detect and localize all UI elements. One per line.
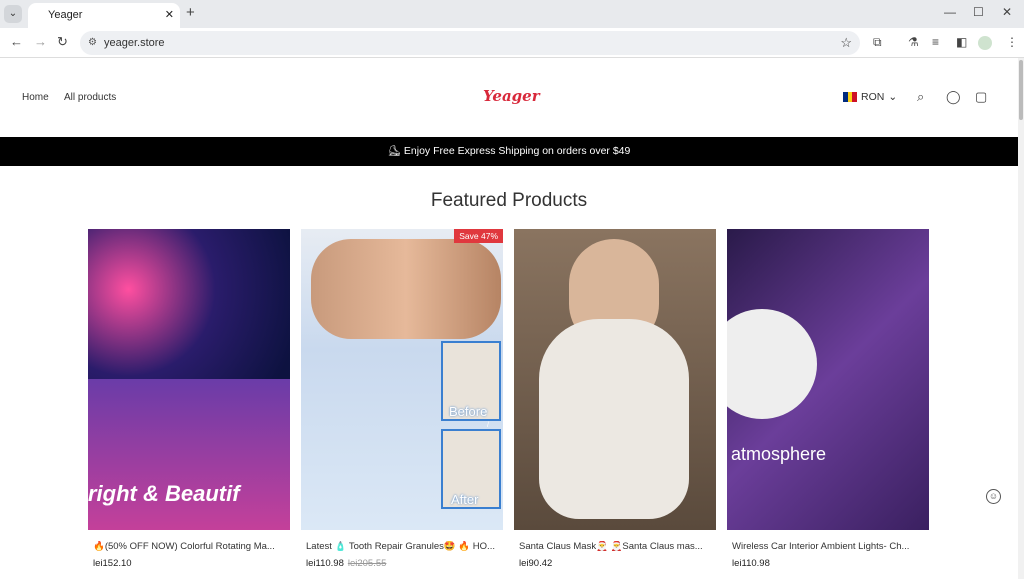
product-image[interactable]: right & Beautif [88, 229, 290, 530]
search-icon[interactable]: ⌕ [917, 89, 924, 105]
minimize-button[interactable]: — [944, 5, 956, 19]
nav-home[interactable]: Home [22, 92, 49, 103]
new-tab-button[interactable]: + [186, 4, 195, 21]
section-title: Featured Products [430, 190, 588, 211]
product-card[interactable]: Before / After Save 47% Latest 🧴 Tooth R… [301, 229, 503, 569]
web-page: Home All products Yeager RON ⌄ ⌕ ◯ ▢ ⛸ En… [0, 58, 1018, 579]
announcement-bar: ⛸ Enjoy Free Express Shipping on orders … [0, 137, 1018, 166]
reload-icon[interactable]: ↻ [57, 34, 68, 50]
product-name[interactable]: Santa Claus Mask🎅 🎅Santa Claus mas... [514, 541, 716, 552]
product-card[interactable]: Santa Claus Mask🎅 🎅Santa Claus mas... le… [514, 229, 716, 569]
product-price: lei110.98 lei205.55 [306, 558, 387, 569]
tab-title: Yeager [48, 9, 83, 21]
image-caption: atmosphere [731, 444, 827, 464]
product-name[interactable]: Wireless Car Interior Ambient Lights- Ch… [727, 541, 929, 552]
reading-list-icon[interactable]: ≡ [932, 35, 939, 49]
chat-help-icon[interactable]: ☺ [986, 489, 1001, 504]
tab-strip: ⌄ Yeager ✕ + — ☐ ✕ [0, 0, 1024, 28]
close-tab-icon[interactable]: ✕ [165, 3, 174, 27]
product-name[interactable]: Latest 🧴 Tooth Repair Granules🤩 🔥 HO... [301, 541, 503, 552]
store-logo[interactable]: Yeager [483, 87, 540, 105]
currency-label: RON [861, 91, 885, 103]
maximize-button[interactable]: ☐ [973, 5, 984, 19]
menu-icon[interactable]: ⋮ [1006, 35, 1018, 49]
product-price: lei152.10 [93, 558, 132, 569]
product-card[interactable]: atmosphere Wireless Car Interior Ambient… [727, 229, 929, 569]
close-window-button[interactable]: ✕ [1002, 5, 1012, 19]
site-info-icon[interactable]: ⚙ [88, 31, 97, 55]
labs-icon[interactable]: ⚗ [908, 35, 919, 49]
chevron-down-icon: ⌄ [888, 91, 898, 103]
bookmark-star-icon[interactable]: ☆ [840, 31, 852, 55]
browser-toolbar: ← → ↻ ⚙ yeager.store ☆ ⧉ ⚗ ≡ ◧ ⋮ [0, 28, 1024, 58]
back-icon[interactable]: ← [10, 34, 23, 49]
browser-tab[interactable]: Yeager ✕ [28, 3, 180, 28]
forward-icon[interactable]: → [34, 34, 47, 49]
side-panel-icon[interactable]: ◧ [956, 35, 967, 49]
product-price: lei110.98 [732, 558, 770, 569]
url-text: yeager.store [104, 37, 165, 49]
product-price: lei90.42 [519, 558, 553, 569]
product-image[interactable]: atmosphere [727, 229, 929, 530]
product-image[interactable] [514, 229, 716, 530]
address-bar[interactable]: ⚙ yeager.store ☆ [80, 31, 860, 55]
image-caption: right & Beautif [88, 481, 240, 506]
sale-badge: Save 47% [454, 229, 503, 243]
compare-price: lei205.55 [347, 558, 387, 569]
tab-search-button[interactable]: ⌄ [4, 5, 22, 23]
extensions-icon[interactable]: ⧉ [873, 35, 882, 50]
product-card[interactable]: right & Beautif 🔥(50% OFF NOW) Colorful … [88, 229, 290, 569]
currency-selector[interactable]: RON ⌄ [843, 91, 897, 103]
romania-flag-icon [843, 92, 858, 102]
caption-separator: / [487, 422, 489, 429]
account-icon[interactable]: ◯ [946, 89, 961, 105]
product-image[interactable]: Before / After Save 47% [301, 229, 503, 530]
profile-avatar[interactable] [978, 36, 992, 50]
cart-icon[interactable]: ▢ [975, 89, 987, 105]
page-scrollbar[interactable] [1018, 58, 1024, 579]
nav-all-products[interactable]: All products [64, 92, 116, 103]
product-name[interactable]: 🔥(50% OFF NOW) Colorful Rotating Ma... [88, 541, 290, 552]
